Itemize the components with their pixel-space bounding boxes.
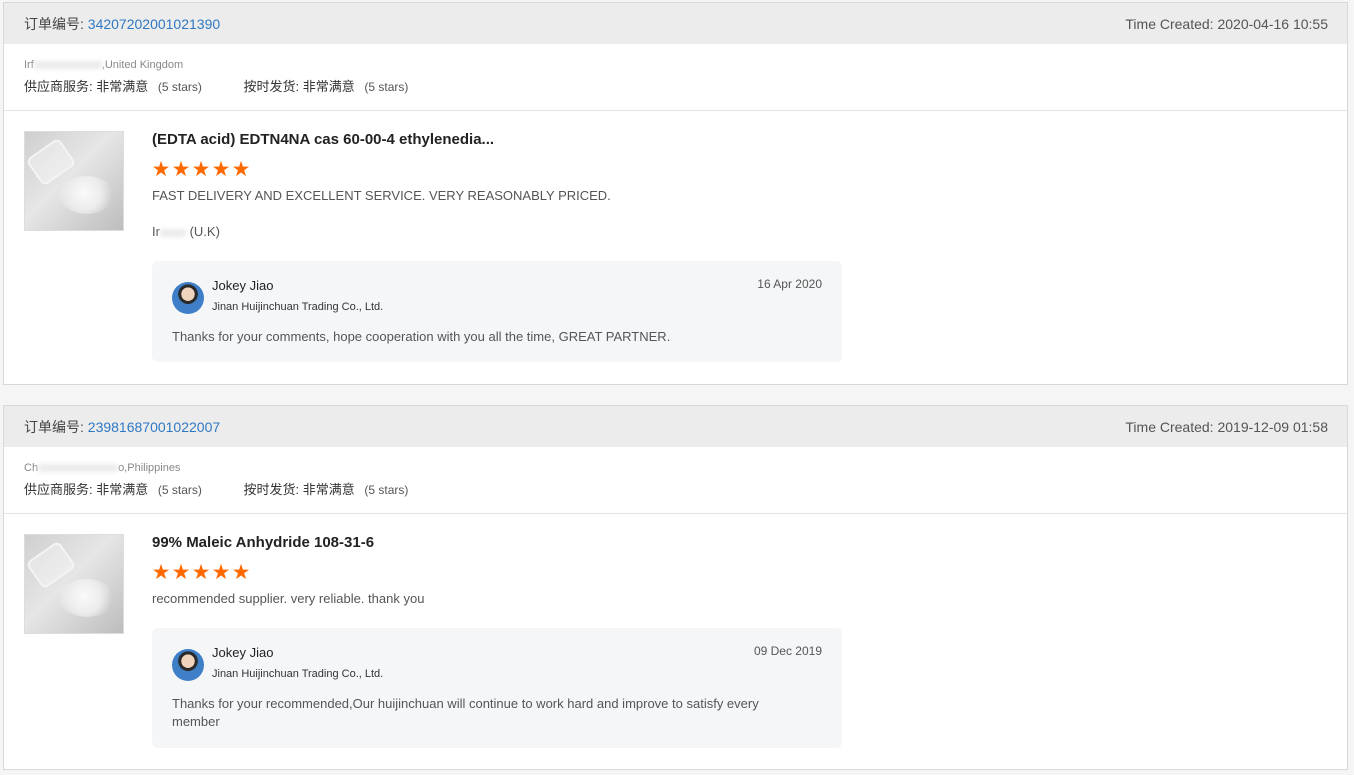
star-icon: ★ — [151, 158, 171, 181]
avatar — [172, 282, 204, 314]
review-text: FAST DELIVERY AND EXCELLENT SERVICE. VER… — [152, 188, 611, 203]
supplier-service-value: 非常满意 — [96, 79, 149, 94]
on-time-stars: (5 stars) — [364, 483, 409, 497]
buyer-location: Irf ,United Kingdom — [24, 56, 1327, 74]
buyer-country: o,Philippines — [118, 462, 181, 474]
star-icon: ★ — [231, 561, 251, 584]
order-number-label: 订单编号: — [24, 418, 84, 435]
reply-author-name: Jokey Jiao — [212, 645, 274, 660]
reply-text: Thanks for your recommended,Our huijinch… — [172, 696, 759, 729]
order-header: 订单编号: 23981687001022007 Time Created: 20… — [4, 406, 1347, 447]
redacted-name — [159, 228, 186, 237]
order-number-link[interactable]: 34207202001021390 — [88, 16, 220, 32]
reply-company: Jinan Huijinchuan Trading Co., Ltd. — [212, 301, 384, 313]
supplier-reply: Jokey Jiao Jinan Huijinchuan Trading Co.… — [152, 261, 842, 362]
buyer-sig-country: (U.K) — [189, 224, 220, 239]
on-time-value: 非常满意 — [302, 482, 355, 497]
buyer-block: Irf ,United Kingdom 供应商服务: 非常满意 (5 stars)… — [4, 44, 1347, 111]
star-icon: ★ — [151, 561, 171, 584]
buyer-location: Ch o,Philippines — [24, 459, 1327, 477]
product-image[interactable] — [24, 131, 124, 231]
product-title-link[interactable]: (EDTA acid) EDTN4NA cas 60-00-4 ethylene… — [152, 131, 494, 148]
star-icon: ★ — [191, 561, 211, 584]
reply-text: Thanks for your comments, hope cooperati… — [172, 329, 671, 344]
supplier-service-stars: (5 stars) — [157, 483, 202, 497]
star-icon: ★ — [211, 158, 231, 181]
reply-company: Jinan Huijinchuan Trading Co., Ltd. — [212, 668, 384, 680]
supplier-service-label: 供应商服务: — [24, 482, 93, 497]
product-image[interactable] — [24, 534, 124, 634]
order-card: 订单编号: 23981687001022007 Time Created: 20… — [3, 405, 1348, 770]
buyer-signature: Ir (U.K) — [152, 224, 220, 239]
reply-date: 16 Apr 2020 — [757, 277, 822, 291]
rating-stars: ★ ★ ★ ★ ★ — [151, 561, 251, 584]
on-time-label: 按时发货: — [243, 482, 300, 497]
star-icon: ★ — [231, 158, 251, 181]
star-icon: ★ — [171, 158, 191, 181]
reply-date: 09 Dec 2019 — [753, 644, 822, 658]
rating-stars: ★ ★ ★ ★ ★ — [151, 158, 251, 181]
star-icon: ★ — [211, 561, 231, 584]
supplier-reply: Jokey Jiao Jinan Huijinchuan Trading Co.… — [152, 628, 842, 748]
order-number-label: 订单编号: — [24, 15, 84, 32]
order-card: 订单编号: 34207202001021390 Time Created: 20… — [3, 2, 1348, 385]
on-time-stars: (5 stars) — [364, 80, 409, 94]
review-text: recommended supplier. very reliable. tha… — [152, 591, 425, 606]
star-icon: ★ — [171, 561, 191, 584]
supplier-service-label: 供应商服务: — [24, 79, 93, 94]
buyer-country: ,United Kingdom — [101, 59, 184, 71]
supplier-service-stars: (5 stars) — [157, 80, 202, 94]
buyer-block: Ch o,Philippines 供应商服务: 非常满意 (5 stars) 按时… — [4, 447, 1347, 514]
powder-graphic — [59, 176, 115, 214]
buyer-sig-prefix: Ir — [152, 224, 160, 239]
order-number-link[interactable]: 23981687001022007 — [88, 419, 220, 435]
time-created: Time Created: 2019-12-09 01:58 — [1125, 418, 1328, 435]
star-icon: ★ — [191, 158, 211, 181]
on-time-value: 非常满意 — [302, 79, 355, 94]
on-time-label: 按时发货: — [243, 79, 300, 94]
time-created: Time Created: 2020-04-16 10:55 — [1125, 15, 1328, 32]
order-number-wrap: 订单编号: 23981687001022007 — [24, 417, 220, 437]
buyer-name-prefix: Ch — [24, 462, 39, 474]
supplier-service-value: 非常满意 — [96, 482, 149, 497]
order-number-wrap: 订单编号: 34207202001021390 — [24, 14, 220, 34]
order-header: 订单编号: 34207202001021390 Time Created: 20… — [4, 3, 1347, 44]
buyer-name-prefix: Irf — [24, 59, 34, 71]
product-title-link[interactable]: 99% Maleic Anhydride 108-31-6 — [152, 534, 374, 551]
redacted-name — [33, 61, 102, 70]
redacted-name — [38, 464, 119, 473]
powder-graphic — [59, 579, 115, 617]
ratings-row: 供应商服务: 非常满意 (5 stars) 按时发货: 非常满意 (5 star… — [24, 480, 1327, 500]
ratings-row: 供应商服务: 非常满意 (5 stars) 按时发货: 非常满意 (5 star… — [24, 77, 1327, 97]
avatar — [172, 649, 204, 681]
reply-author-name: Jokey Jiao — [212, 278, 274, 293]
